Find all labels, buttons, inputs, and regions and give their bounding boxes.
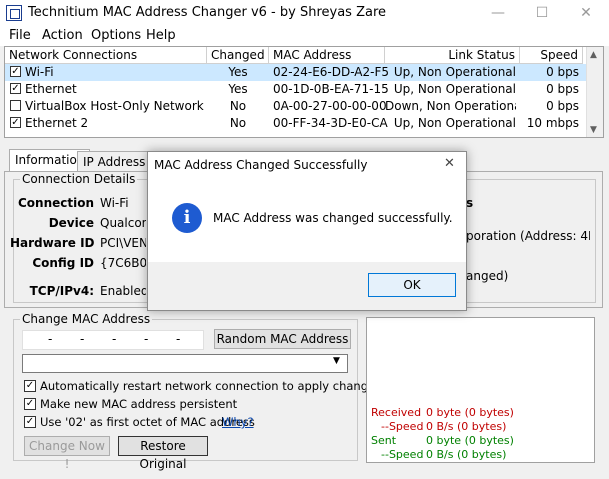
details-fragment: s [466, 196, 474, 210]
device-value: Qualcomm [100, 216, 146, 230]
sent-label: Sent [371, 434, 397, 447]
chevron-down-icon[interactable]: ▼ [333, 356, 340, 366]
details-fragment: poration (Address: 4F,90, CH [466, 229, 590, 243]
list-scrollbar[interactable]: ▲ ▼ [586, 47, 603, 137]
row-changed: No [229, 116, 247, 130]
vendor-dropdown[interactable] [22, 354, 348, 373]
row-checkbox[interactable]: ✓ [10, 83, 21, 94]
row-speed: 10 mbps [526, 116, 579, 130]
row-status: Up, Non Operational [393, 65, 516, 79]
row-mac: 0A-00-27-00-00-00 [273, 99, 387, 113]
tcpipv4-label: TCP/IPv4: [29, 284, 94, 298]
maximize-button[interactable]: ☐ [520, 0, 564, 26]
hardware-id-label: Hardware ID [10, 236, 95, 250]
auto-restart-checkbox[interactable]: ✓ [24, 380, 36, 392]
config-id-value: {7C6B06A [100, 256, 146, 270]
dialog-title: MAC Address Changed Successfully [154, 158, 368, 172]
received-value: 0 byte (0 bytes) [426, 406, 514, 419]
column-link-status[interactable]: Link Status [385, 47, 520, 64]
octet-separator: - [48, 332, 53, 346]
dialog-message: MAC Address was changed successfully. [213, 211, 453, 225]
row-speed: 0 bps [546, 65, 579, 79]
dialog-close-button[interactable]: ✕ [444, 156, 455, 171]
octet-separator: - [176, 332, 181, 346]
received-label: Received [371, 406, 422, 419]
network-connections-list[interactable]: Network Connections Changed MAC Address … [4, 46, 604, 138]
window-title: Technitium MAC Address Changer v6 - by S… [28, 5, 386, 20]
octet-separator: - [112, 332, 117, 346]
connection-value: Wi-Fi [100, 196, 129, 210]
minimize-button[interactable]: — [476, 0, 520, 26]
row-changed: Yes [228, 82, 248, 96]
received-speed-label: --Speed [381, 420, 424, 433]
octet-separator: - [144, 332, 149, 346]
table-row[interactable]: ✓ Wi-Fi Yes 02-24-E6-DD-A2-F5 Up, Non Op… [5, 64, 591, 81]
persistent-label[interactable]: Make new MAC address persistent [40, 397, 237, 411]
app-icon [6, 5, 22, 21]
info-icon: i [172, 203, 202, 233]
ok-button[interactable]: OK [368, 273, 456, 297]
row-checkbox[interactable]: ✓ [10, 66, 21, 77]
first-octet-checkbox[interactable]: ✓ [24, 416, 36, 428]
column-network-connections[interactable]: Network Connections [5, 47, 207, 64]
sent-value: 0 byte (0 bytes) [426, 434, 514, 447]
close-button[interactable]: ✕ [564, 0, 608, 26]
persistent-checkbox[interactable]: ✓ [24, 398, 36, 410]
row-name: Ethernet 2 [25, 116, 89, 130]
table-row[interactable]: VirtualBox Host-Only Network No 0A-00-27… [5, 98, 591, 115]
column-mac-address[interactable]: MAC Address [269, 47, 385, 64]
row-status: Up, Non Operational [393, 82, 516, 96]
row-changed: No [229, 99, 247, 113]
row-name: Wi-Fi [25, 65, 54, 79]
table-row[interactable]: ✓ Ethernet 2 No 00-FF-34-3D-E0-CA Up, No… [5, 115, 591, 132]
change-now-button[interactable]: Change Now ! [24, 436, 110, 471]
row-mac: 00-1D-0B-EA-71-15 [273, 82, 389, 96]
change-mac-label: Change MAC Address [20, 312, 153, 326]
column-changed[interactable]: Changed [207, 47, 269, 64]
tab-ip-address[interactable]: IP Address [77, 151, 152, 171]
row-status: Down, Non Operational [385, 99, 516, 113]
octet-separator: - [80, 332, 85, 346]
sent-speed-value: 0 B/s (0 bytes) [426, 448, 507, 461]
device-label: Device [48, 216, 94, 230]
scroll-down-icon[interactable]: ▼ [590, 125, 597, 135]
random-mac-button[interactable]: Random MAC Address [214, 329, 351, 349]
row-speed: 0 bps [546, 82, 579, 96]
connection-label: Connection [17, 196, 94, 210]
details-fragment: anged) [466, 269, 509, 283]
row-status: Up, Non Operational [393, 116, 516, 130]
menu-help[interactable]: Help [146, 28, 176, 43]
row-name: Ethernet [25, 82, 77, 96]
menu-action[interactable]: Action [42, 28, 83, 43]
connection-details-label: Connection Details [20, 172, 138, 186]
column-speed[interactable]: Speed [520, 47, 583, 64]
row-checkbox[interactable]: ✓ [10, 117, 21, 128]
success-dialog: MAC Address Changed Successfully ✕ i MAC… [147, 151, 467, 311]
row-name: VirtualBox Host-Only Network [25, 99, 204, 113]
sent-speed-label: --Speed [381, 448, 424, 461]
hardware-id-value: PCI\VEN_ [100, 236, 146, 250]
table-row[interactable]: ✓ Ethernet Yes 00-1D-0B-EA-71-15 Up, Non… [5, 81, 591, 98]
row-checkbox[interactable] [10, 100, 21, 111]
scroll-up-icon[interactable]: ▲ [590, 50, 597, 60]
why-link[interactable]: Why? [222, 415, 254, 429]
menu-options[interactable]: Options [91, 28, 141, 43]
row-changed: Yes [228, 65, 248, 79]
row-mac: 00-FF-34-3D-E0-CA [273, 116, 388, 130]
row-speed: 0 bps [546, 99, 579, 113]
restore-original-button[interactable]: Restore Original [118, 436, 208, 471]
menu-file[interactable]: File [9, 28, 31, 43]
auto-restart-label[interactable]: Automatically restart network connection… [40, 379, 381, 393]
config-id-label: Config ID [32, 256, 94, 270]
tcpipv4-value: Enabled [100, 284, 146, 298]
received-speed-value: 0 B/s (0 bytes) [426, 420, 507, 433]
row-mac: 02-24-E6-DD-A2-F5 [273, 65, 390, 79]
